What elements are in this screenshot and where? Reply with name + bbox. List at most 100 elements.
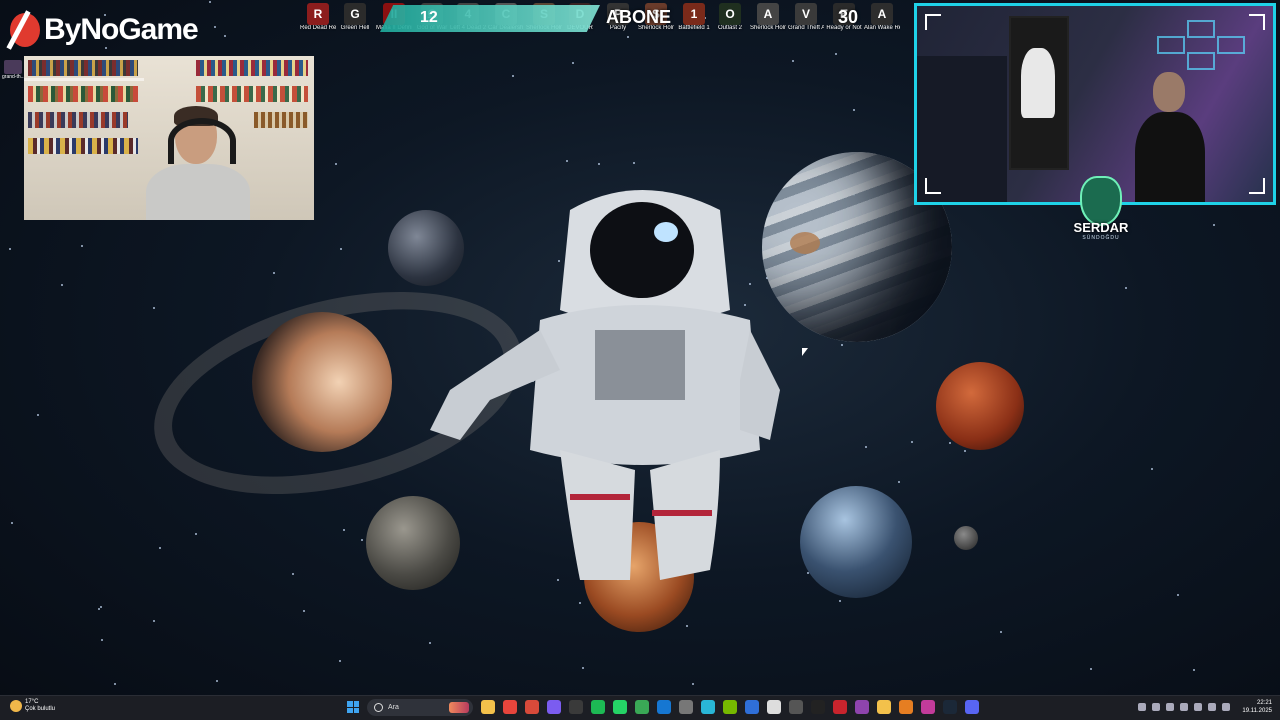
webcam-right <box>914 3 1276 205</box>
streamer-surname: SÜNDOĞDU <box>1082 235 1120 241</box>
app-magenta-icon[interactable] <box>921 700 935 714</box>
star <box>8 248 11 251</box>
app-blue-icon[interactable] <box>745 700 759 714</box>
star <box>1090 668 1093 671</box>
subscriber-progress-bar <box>380 5 600 32</box>
desktop-icon-label: Outlast 2 <box>717 25 742 31</box>
desktop-icon[interactable]: ASherlock Holmes T... <box>750 2 786 32</box>
tray-app-icon[interactable] <box>1166 703 1174 711</box>
star <box>152 620 155 623</box>
streamer-name: SERDAR <box>1073 220 1129 235</box>
star <box>158 547 161 550</box>
star <box>1213 224 1216 227</box>
start-button[interactable] <box>347 701 359 713</box>
star <box>291 573 294 576</box>
star <box>1177 593 1180 596</box>
tray-app-icon[interactable] <box>1152 703 1160 711</box>
logo-text: ByNoGame <box>44 13 199 46</box>
desktop-icon[interactable]: O Outlast 2 <box>712 2 748 32</box>
weather-widget[interactable]: 17°C Çok bulutlu <box>10 699 55 713</box>
star <box>10 521 13 524</box>
taskbar: 17°C Çok bulutlu Ara 22:21 19.11.2025 <box>0 695 1280 720</box>
app-dark-icon[interactable] <box>569 700 583 714</box>
subscribe-label: ABONE <box>606 7 672 27</box>
books <box>28 60 138 76</box>
steam-icon[interactable] <box>943 700 957 714</box>
books <box>28 138 138 154</box>
app-lime-icon[interactable] <box>723 700 737 714</box>
outlook-icon[interactable] <box>657 700 671 714</box>
star <box>37 414 40 417</box>
epic-icon[interactable] <box>789 700 803 714</box>
webcam-left <box>24 56 314 220</box>
star <box>840 344 843 347</box>
frame-corner <box>1249 14 1265 30</box>
app-green-icon[interactable] <box>635 700 649 714</box>
bookshelf <box>24 78 144 81</box>
app-white-icon[interactable] <box>767 700 781 714</box>
app-black-icon[interactable] <box>811 700 825 714</box>
tray-app-icon[interactable] <box>1194 703 1202 711</box>
discord-icon[interactable] <box>965 700 979 714</box>
desktop-icon[interactable]: RRed Dead Redempti... <box>300 2 336 32</box>
network-icon[interactable] <box>1208 703 1216 711</box>
star <box>1125 286 1128 289</box>
star <box>582 667 585 670</box>
logo-mark-icon <box>10 13 40 47</box>
search-placeholder: Ara <box>388 704 399 711</box>
star <box>692 683 695 686</box>
app-orange-icon[interactable] <box>899 700 913 714</box>
desktop-icon[interactable]: G Green Hell <box>337 2 373 32</box>
star <box>113 683 116 686</box>
app-red-icon[interactable] <box>525 700 539 714</box>
streamer-badge: SERDAR SÜNDOĞDU <box>1068 176 1134 241</box>
chevron-up-icon[interactable] <box>1138 703 1146 711</box>
desktop-icon-side[interactable]: grand-th... <box>2 60 25 80</box>
desktop-icon-label: Alan Wake Remastered <box>864 25 900 31</box>
app-violet-icon[interactable] <box>855 700 869 714</box>
subscriber-goal: 30 <box>838 7 859 27</box>
desktop-icon[interactable]: AAlan Wake Remastered <box>864 2 900 32</box>
desktop-icon[interactable]: 1 Battlefield 1 <box>676 2 712 32</box>
star <box>99 606 102 609</box>
volume-icon[interactable] <box>1222 703 1230 711</box>
star <box>214 25 217 28</box>
game-icon: A <box>757 3 779 25</box>
spotify-icon[interactable] <box>591 700 605 714</box>
app-redring-icon[interactable] <box>833 700 847 714</box>
search-icon <box>374 703 383 712</box>
star <box>216 680 219 683</box>
whatsapp-icon[interactable] <box>613 700 627 714</box>
star <box>834 52 837 55</box>
streamer-right <box>1135 66 1205 202</box>
star <box>343 528 346 531</box>
taskbar-search[interactable]: Ara <box>367 699 473 716</box>
game-icon: O <box>719 3 741 25</box>
subscriber-count: 12 <box>420 9 438 26</box>
star <box>1192 669 1195 672</box>
desktop-icon-label: Grand Theft Auto V <box>788 25 824 31</box>
tiny-moon <box>954 526 978 550</box>
bluetooth-icon[interactable] <box>1180 703 1188 711</box>
weather-desc: Çok bulutlu <box>25 706 56 712</box>
app-grey-icon[interactable] <box>679 700 693 714</box>
app-cyan-icon[interactable] <box>701 700 715 714</box>
folder-icon[interactable] <box>877 700 891 714</box>
star <box>512 75 515 78</box>
desktop-icon[interactable]: VGrand Theft Auto V <box>788 2 824 32</box>
game-icon: G <box>344 3 366 25</box>
star <box>153 306 156 309</box>
star <box>97 607 100 610</box>
chrome-icon[interactable] <box>503 700 517 714</box>
astronaut <box>430 190 780 580</box>
taskbar-clock[interactable]: 22:21 19.11.2025 <box>1242 699 1272 715</box>
desktop-icon-label: grand-th... <box>2 74 25 80</box>
app-purple-icon[interactable] <box>547 700 561 714</box>
file-explorer-icon[interactable] <box>481 700 495 714</box>
game-icon: R <box>307 3 329 25</box>
game-icon: 1 <box>683 3 705 25</box>
star <box>864 446 867 449</box>
books <box>28 112 128 128</box>
desktop-icon-label: Battlefield 1 <box>678 25 710 31</box>
saturn-planet <box>252 312 392 452</box>
